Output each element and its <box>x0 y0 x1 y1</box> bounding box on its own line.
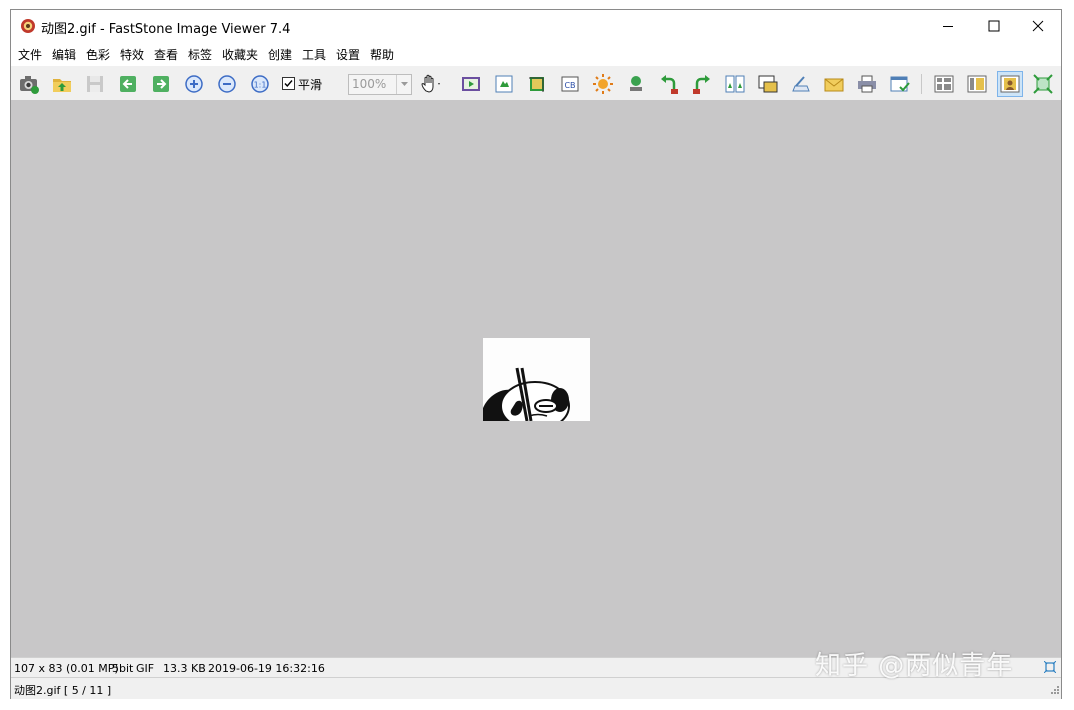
close-icon <box>1032 20 1044 32</box>
zoom-out-icon[interactable] <box>216 73 238 95</box>
rotate-right-icon[interactable] <box>691 73 713 95</box>
rotate-left-icon[interactable] <box>658 73 680 95</box>
image-canvas[interactable] <box>11 100 1061 657</box>
resize-grip-icon[interactable] <box>1049 683 1059 697</box>
brightness-icon[interactable] <box>592 73 614 95</box>
crop-icon[interactable] <box>526 73 548 95</box>
menu-file[interactable]: 文件 <box>18 46 42 63</box>
maximize-button[interactable] <box>971 10 1017 42</box>
displayed-image <box>483 338 590 421</box>
watermark: 知乎 @两似青年 <box>815 651 1014 681</box>
app-window: 动图2.gif - FastStone Image Viewer 7.4 文件 … <box>10 9 1062 699</box>
viewer-layout-icon[interactable] <box>997 71 1023 97</box>
file-format: GIF <box>136 662 155 675</box>
menu-favorites[interactable]: 收藏夹 <box>222 46 258 63</box>
thumbnail-layout-icon[interactable] <box>966 73 988 95</box>
minimize-icon <box>943 26 953 27</box>
svg-text:CB: CB <box>564 81 575 90</box>
check-icon <box>284 80 293 88</box>
frame-icon[interactable] <box>757 73 779 95</box>
panda-meme-image <box>483 338 590 421</box>
file-datetime: 2019-06-19 16:32:16 <box>208 662 325 675</box>
hand-tool-icon[interactable] <box>419 73 441 95</box>
next-icon[interactable] <box>150 73 172 95</box>
menu-help[interactable]: 帮助 <box>370 46 394 63</box>
title-bar: 动图2.gif - FastStone Image Viewer 7.4 <box>11 10 1061 42</box>
close-button[interactable] <box>1015 10 1061 42</box>
menu-colors[interactable]: 色彩 <box>86 46 110 63</box>
previous-icon[interactable] <box>117 73 139 95</box>
toolbar-separator <box>921 74 922 94</box>
actual-size-icon[interactable]: 1:1 <box>249 73 271 95</box>
minimize-button[interactable] <box>925 10 971 42</box>
browser-layout-icon[interactable] <box>933 73 955 95</box>
chevron-down-icon[interactable] <box>396 75 411 94</box>
resize-icon[interactable] <box>493 73 515 95</box>
fit-window-icon[interactable] <box>1043 660 1057 676</box>
smooth-label[interactable]: 平滑 <box>298 76 322 93</box>
fullscreen-icon[interactable] <box>1032 73 1054 95</box>
file-position: 动图2.gif [ 5 / 11 ] <box>14 684 112 697</box>
menu-settings[interactable]: 设置 <box>336 46 360 63</box>
slideshow-icon[interactable] <box>460 73 482 95</box>
toolbar: 1:1 平滑 100% CB <box>11 68 1061 101</box>
email-icon[interactable] <box>823 73 845 95</box>
print-icon[interactable] <box>856 73 878 95</box>
menu-tags[interactable]: 标签 <box>188 46 212 63</box>
zoom-in-icon[interactable] <box>183 73 205 95</box>
zoom-combo[interactable]: 100% <box>348 74 412 95</box>
zoom-value: 100% <box>352 77 387 91</box>
app-icon[interactable] <box>20 18 36 34</box>
save-icon[interactable] <box>84 73 106 95</box>
smooth-checkbox[interactable] <box>282 77 295 90</box>
maximize-icon <box>988 20 1000 32</box>
file-size: 13.3 KB <box>163 662 206 675</box>
batch-icon[interactable] <box>889 73 911 95</box>
menu-view[interactable]: 查看 <box>154 46 178 63</box>
stamp-icon[interactable] <box>625 73 647 95</box>
color-adjust-icon[interactable]: CB <box>559 73 581 95</box>
image-dimensions: 107 x 83 (0.01 MP) <box>14 662 119 675</box>
camera-icon[interactable] <box>18 73 40 95</box>
scanner-icon[interactable] <box>790 73 812 95</box>
window-title: 动图2.gif - FastStone Image Viewer 7.4 <box>41 22 291 37</box>
bit-depth: 5bit <box>112 662 134 675</box>
compare-icon[interactable] <box>724 73 746 95</box>
menu-edit[interactable]: 编辑 <box>52 46 76 63</box>
open-folder-icon[interactable] <box>51 73 73 95</box>
menu-create[interactable]: 创建 <box>268 46 292 63</box>
menu-tools[interactable]: 工具 <box>302 46 326 63</box>
menu-effects[interactable]: 特效 <box>120 46 144 63</box>
svg-text:1:1: 1:1 <box>254 81 267 90</box>
menu-bar: 文件 编辑 色彩 特效 查看 标签 收藏夹 创建 工具 设置 帮助 <box>11 42 1061 66</box>
